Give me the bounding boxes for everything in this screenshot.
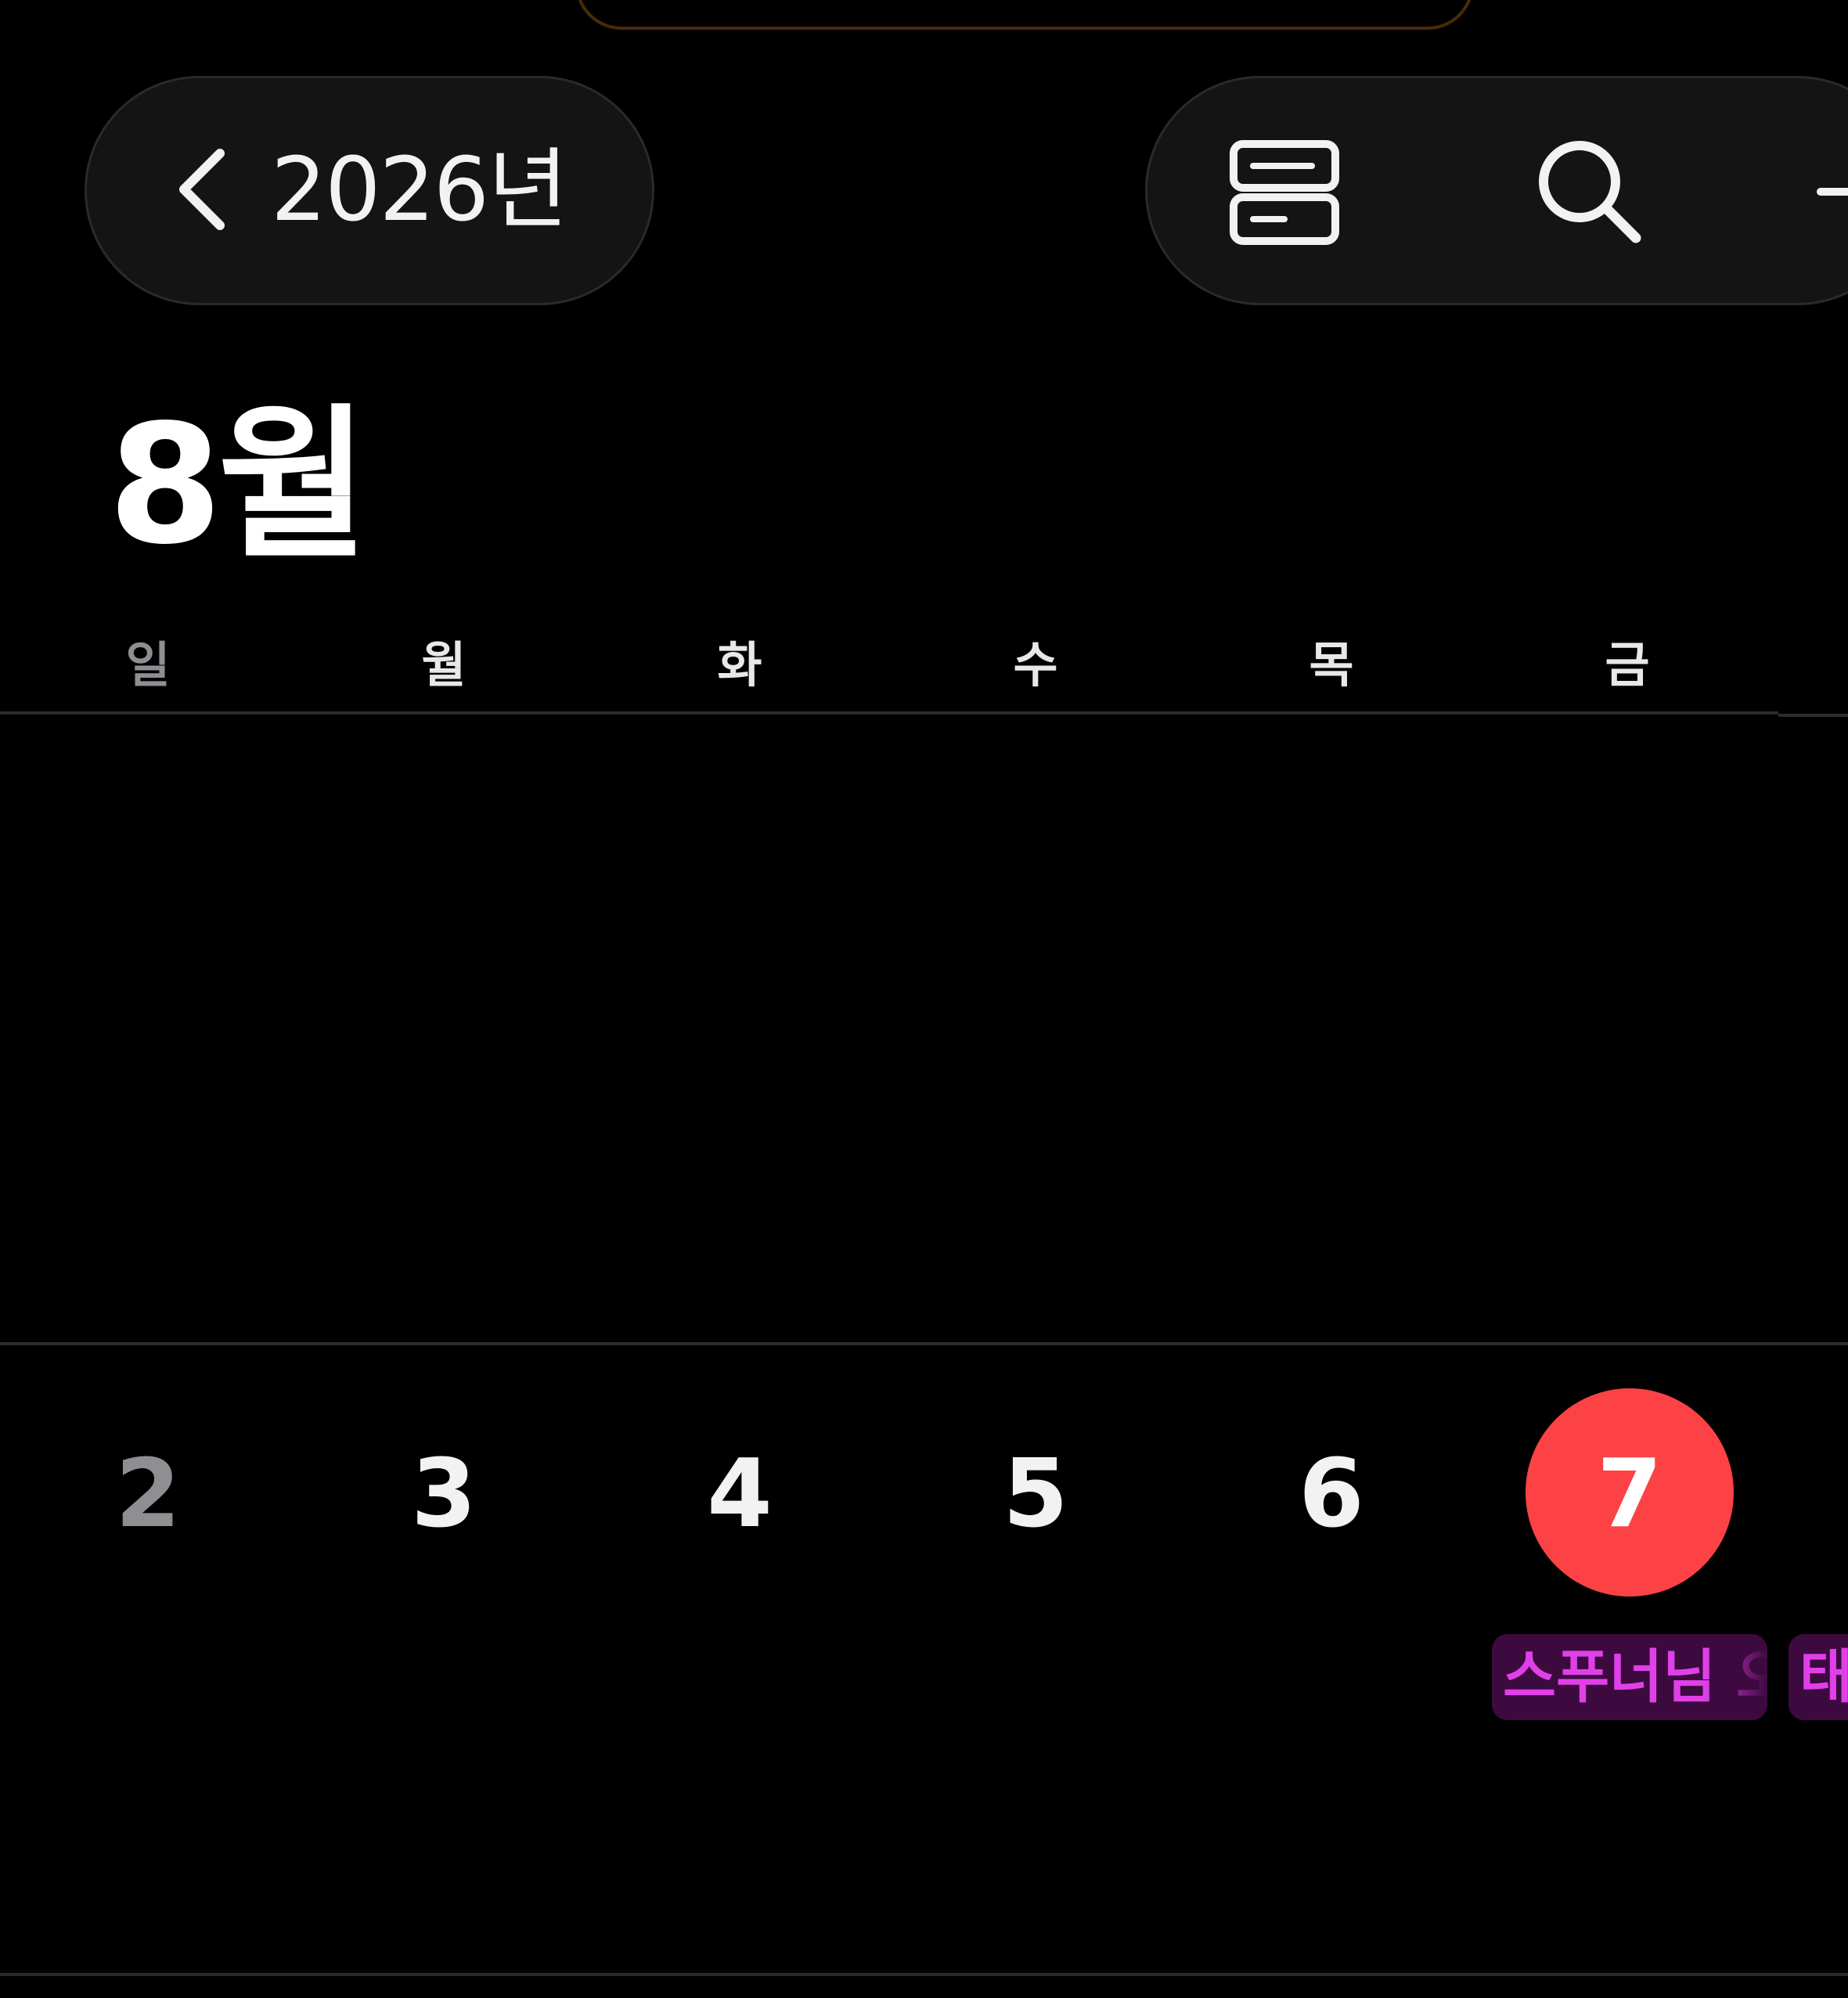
weekday-wednesday: 수 <box>1013 636 1058 693</box>
day-cell[interactable]: 3 <box>296 1424 592 1565</box>
chevron-left-icon <box>179 149 225 230</box>
toolbar-pill <box>1145 76 1848 305</box>
day-cell[interactable]: 4 <box>592 1424 888 1565</box>
weekday-sunday: 일 <box>125 636 171 693</box>
weekday-divider-end <box>1778 714 1848 717</box>
weekday-thursday: 목 <box>1309 636 1354 693</box>
weekday-divider <box>0 711 1778 715</box>
plus-icon[interactable] <box>1805 133 1848 250</box>
list-view-icon[interactable] <box>1226 133 1343 250</box>
search-icon[interactable] <box>1529 133 1647 250</box>
event-chip[interactable]: 스푸너님 오 <box>1492 1634 1767 1720</box>
month-title: 8월 <box>108 389 369 581</box>
day-cell[interactable]: 2 <box>0 1424 296 1565</box>
event-fade <box>1705 1634 1767 1720</box>
year-label: 2026년 <box>271 139 568 241</box>
back-to-year-button[interactable]: 2026년 <box>85 76 654 305</box>
dynamic-island <box>575 0 1474 30</box>
day-cell[interactable]: 6 <box>1183 1424 1479 1565</box>
weekday-monday: 월 <box>421 636 467 693</box>
week-divider <box>0 1973 1848 1976</box>
week-divider <box>0 1342 1848 1345</box>
weekday-friday: 금 <box>1605 636 1650 693</box>
event-chip[interactable]: 태 <box>1789 1634 1848 1720</box>
event-label: 태 <box>1799 1643 1848 1711</box>
weekday-tuesday: 화 <box>717 636 762 693</box>
day-cell[interactable]: 5 <box>888 1424 1183 1565</box>
day-cell-today[interactable]: 7 <box>1482 1424 1778 1565</box>
